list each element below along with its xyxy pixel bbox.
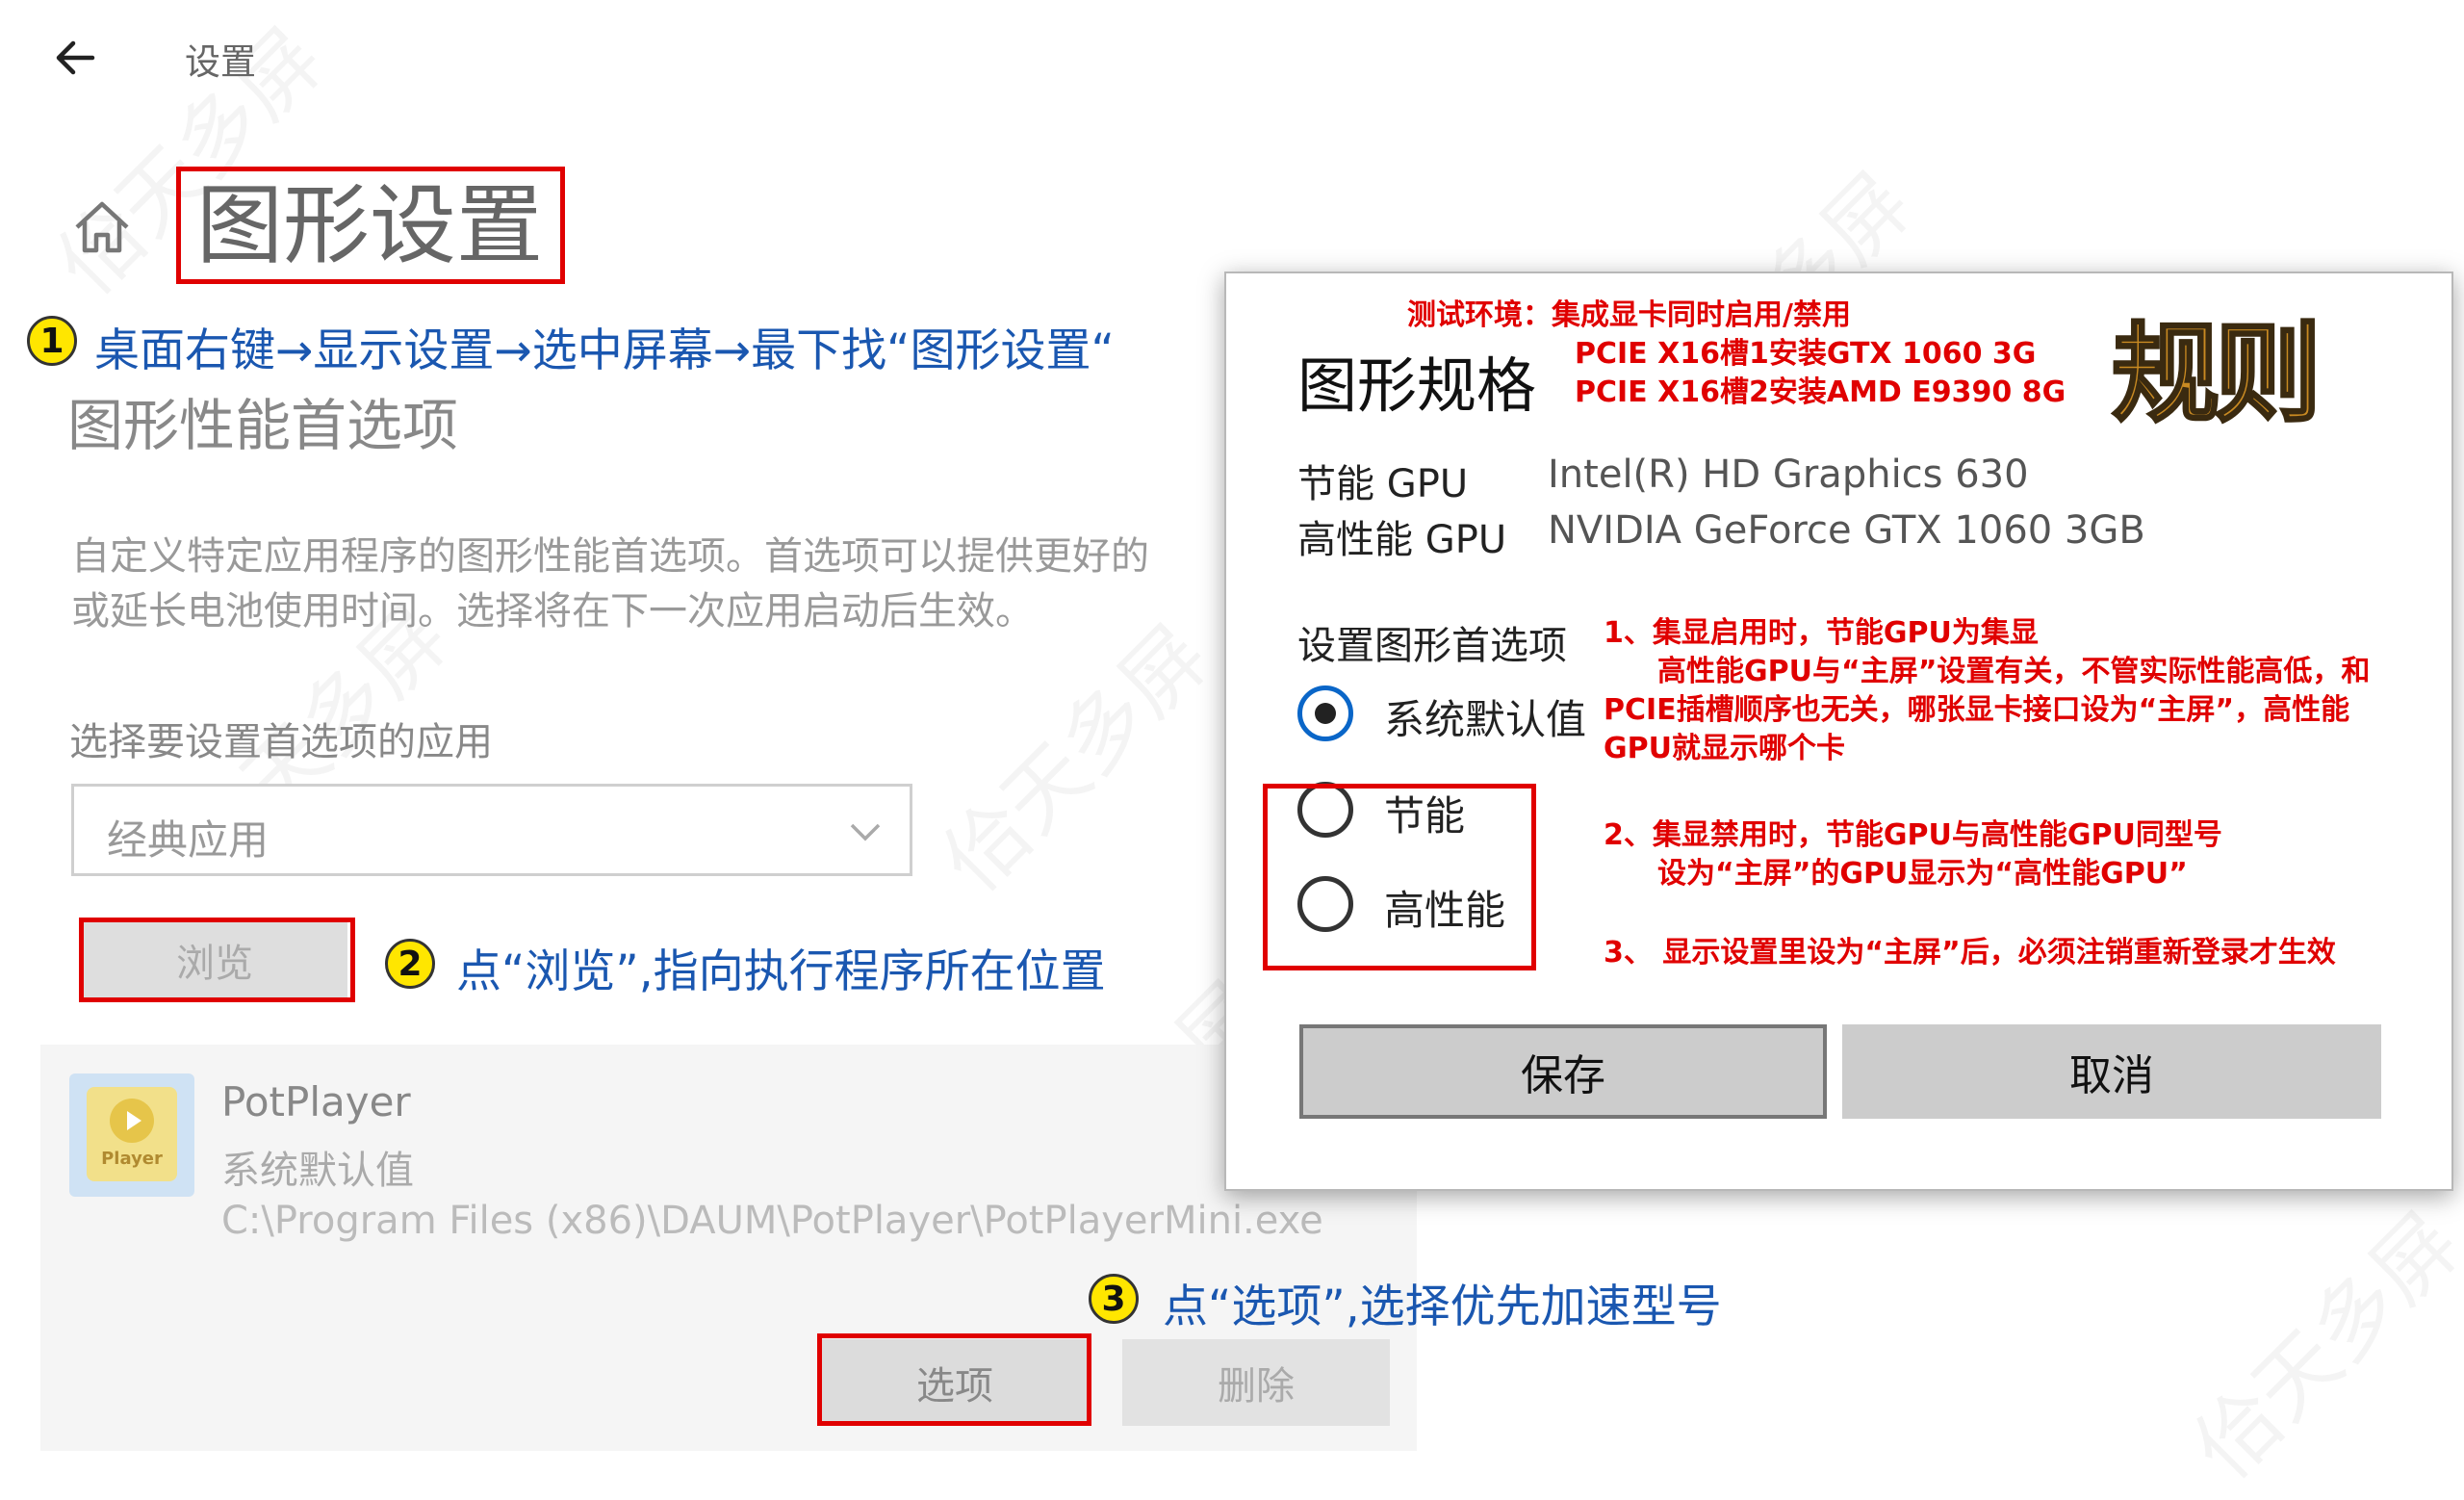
note1-line3: PCIE插槽顺序也无关，哪张显卡接口设为“主屏”，高性能	[1604, 693, 2350, 727]
test-env-line1: 测试环境：集成显卡同时启用/禁用	[1407, 298, 1851, 332]
radio-default[interactable]: 系统默认值	[1297, 685, 1586, 747]
back-button[interactable]	[46, 29, 104, 87]
app-icon-inner: Player	[87, 1087, 177, 1181]
graphics-spec-dialog: 图形规格 测试环境：集成显卡同时启用/禁用 PCIE X16槽1安装GTX 10…	[1224, 272, 2453, 1191]
radio-default-label: 系统默认值	[1384, 696, 1587, 743]
app-list-item[interactable]: Player PotPlayer 系统默认值 C:\Program Files …	[40, 1045, 1417, 1451]
step2-badge: 2	[385, 939, 435, 989]
chevron-down-icon	[850, 823, 881, 841]
section-description-line2: 或延长电池使用时间。选择将在下一次应用启动后生效。	[71, 589, 1034, 634]
app-icon: Player	[69, 1073, 194, 1197]
step3-text: 点“选项”,选择优先加速型号	[1163, 1280, 1722, 1333]
radio-default-circle	[1297, 685, 1353, 741]
arrow-left-icon	[56, 40, 95, 75]
delete-button[interactable]: 删除	[1122, 1339, 1390, 1426]
note2-line2: 设为“主屏”的GPU显示为“高性能GPU”	[1657, 857, 2188, 891]
pref-label: 设置图形首选项	[1297, 624, 1567, 668]
highlight-page-title	[176, 167, 565, 284]
perf-gpu-value: NVIDIA GeForce GTX 1060 3GB	[1548, 508, 2145, 553]
test-env-line2: PCIE X16槽1安装GTX 1060 3G	[1575, 337, 2037, 371]
note1-line1: 1、集显启用时，节能GPU为集显	[1604, 616, 2039, 650]
step3-badge: 3	[1089, 1274, 1139, 1324]
app-type-select[interactable]: 经典应用	[71, 784, 912, 876]
section-heading: 图形性能首选项	[67, 393, 459, 458]
save-button-label: 保存	[1521, 1051, 1605, 1100]
highlight-radio-options	[1263, 784, 1536, 970]
app-type-select-value: 经典应用	[107, 816, 270, 864]
home-icon	[75, 201, 129, 253]
test-env-line3: PCIE X16槽2安装AMD E9390 8G	[1575, 375, 2066, 409]
radio-default-dot	[1315, 703, 1336, 724]
section-description-line1: 自定义特定应用程序的图形性能首选项。首选项可以提供更好的	[71, 534, 1149, 579]
note3: 3、 显示设置里设为“主屏”后，必须注销重新登录才生效	[1604, 936, 2336, 970]
note1-line2: 高性能GPU与“主屏”设置有关，不管实际性能高低，和	[1657, 655, 2371, 688]
cancel-button-label: 取消	[2069, 1051, 2154, 1100]
app-name: PotPlayer	[221, 1078, 411, 1125]
dialog-title: 图形规格	[1297, 350, 1537, 421]
save-button[interactable]: 保存	[1299, 1024, 1827, 1119]
stamp-logo: 规则	[2111, 310, 2323, 438]
step2-text: 点“浏览”,指向执行程序所在位置	[456, 945, 1106, 998]
power-gpu-label: 节能 GPU	[1297, 462, 1469, 506]
select-label: 选择要设置首选项的应用	[69, 720, 493, 764]
play-icon	[110, 1099, 154, 1143]
home-button[interactable]	[67, 193, 137, 262]
highlight-browse	[79, 918, 355, 1002]
power-gpu-value: Intel(R) HD Graphics 630	[1548, 453, 2029, 497]
cancel-button[interactable]: 取消	[1842, 1024, 2381, 1119]
step1-badge: 1	[27, 316, 77, 366]
delete-button-label: 删除	[1218, 1364, 1295, 1409]
window-title: 设置	[185, 41, 256, 83]
app-icon-text: Player	[101, 1149, 163, 1169]
note2-line1: 2、集显禁用时，节能GPU与高性能GPU同型号	[1604, 818, 2222, 852]
highlight-options	[817, 1333, 1091, 1426]
step1-text: 桌面右键→显示设置→选中屏幕→最下找“图形设置“	[94, 324, 1115, 377]
perf-gpu-label: 高性能 GPU	[1297, 518, 1507, 562]
note1-line4: GPU就显示哪个卡	[1604, 732, 1845, 765]
app-path: C:\Program Files (x86)\DAUM\PotPlayer\Po…	[221, 1199, 1323, 1243]
app-preference: 系统默认值	[221, 1149, 414, 1193]
